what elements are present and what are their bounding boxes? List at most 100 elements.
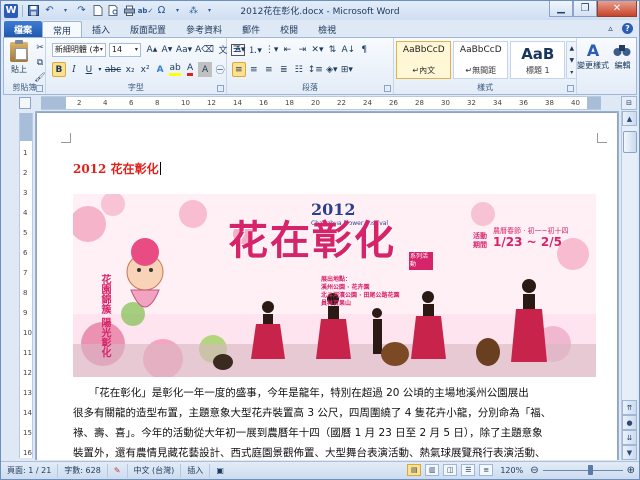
change-case-icon[interactable]: Aa▾: [175, 42, 193, 57]
scroll-down-icon[interactable]: ▼: [569, 57, 574, 64]
sort-icon[interactable]: A↓: [340, 42, 356, 57]
shading-icon[interactable]: ◈▾: [325, 62, 339, 77]
zoom-out-icon[interactable]: ⊖: [530, 465, 538, 476]
status-insert-mode[interactable]: 插入: [181, 463, 211, 478]
tab-home[interactable]: 常用: [42, 21, 83, 38]
horizontal-ruler[interactable]: 2 4 6 8 10 12 14 16 18 20 22 24 26 28 30 32 34 36 38 40: [41, 96, 601, 110]
clear-formatting-icon[interactable]: A⌫: [194, 42, 215, 57]
increase-indent-icon[interactable]: ⇥: [295, 42, 309, 57]
font-size-input[interactable]: 14 ▾: [108, 42, 141, 57]
macro-record-icon[interactable]: ▣: [210, 464, 230, 478]
clipboard-launcher-icon[interactable]: [35, 85, 43, 92]
numbering-icon[interactable]: ⒈▾: [247, 42, 263, 57]
quick-print-icon[interactable]: [123, 4, 136, 17]
drawing-icon[interactable]: ⁂: [187, 4, 200, 17]
distributed-button[interactable]: ☷: [292, 62, 306, 77]
redo-icon[interactable]: ↷: [75, 4, 88, 17]
justify-button[interactable]: ≣: [277, 62, 291, 77]
superscript-button[interactable]: x²: [138, 62, 152, 77]
save-icon[interactable]: [27, 4, 40, 17]
subscript-button[interactable]: x₂: [123, 62, 137, 77]
scroll-thumb[interactable]: [623, 131, 637, 153]
align-right-button[interactable]: ≡: [262, 62, 276, 77]
zoom-in-icon[interactable]: ⊕: [627, 465, 635, 476]
document-page[interactable]: 2012 花在彰化 2012 Changhua Flower Festival …: [37, 113, 617, 460]
spelling-icon[interactable]: ab✓: [138, 4, 154, 17]
style-no-spacing[interactable]: AaBbCcD ↵無間距: [453, 41, 509, 79]
bold-button[interactable]: B: [51, 62, 66, 77]
tab-view[interactable]: 檢視: [308, 21, 346, 38]
help-icon[interactable]: ?: [622, 23, 633, 34]
tab-insert[interactable]: 插入: [82, 21, 120, 38]
body-paragraph[interactable]: 「花在彰化」是彰化一年一度的盛事，今年是龍年，特別在超過 20 公頃的主場地溪州…: [73, 383, 596, 460]
text-effects-icon[interactable]: A: [153, 62, 167, 77]
symbol-icon[interactable]: Ω: [155, 4, 168, 17]
cut-icon[interactable]: ✂: [33, 40, 47, 55]
tab-selector[interactable]: [19, 97, 31, 109]
character-shading-icon[interactable]: A: [198, 62, 213, 77]
zoom-level[interactable]: 120%: [497, 466, 526, 475]
zoom-slider[interactable]: [542, 464, 623, 476]
editing-button[interactable]: 編輯: [609, 40, 635, 71]
font-color-icon[interactable]: A: [183, 62, 197, 77]
tab-mailings[interactable]: 郵件: [232, 21, 270, 38]
more-styles-icon[interactable]: ▾: [570, 69, 573, 76]
word-app-icon[interactable]: W: [4, 3, 18, 18]
styles-launcher-icon[interactable]: [567, 85, 575, 92]
highlight-icon[interactable]: ab: [168, 62, 182, 77]
enclose-characters-icon[interactable]: ㊀: [213, 62, 227, 77]
paste-button[interactable]: 貼上: [7, 40, 31, 80]
tab-references[interactable]: 參考資料: [176, 21, 232, 38]
tab-file[interactable]: 檔案: [4, 21, 42, 38]
style-heading-1[interactable]: AaB 標題 1: [510, 41, 566, 79]
new-document-icon[interactable]: [91, 4, 104, 17]
grow-font-icon[interactable]: A ▲: [145, 42, 159, 57]
web-layout-icon[interactable]: ◫: [443, 464, 458, 476]
change-styles-button[interactable]: A 變更樣式: [577, 40, 609, 71]
zoom-slider-knob[interactable]: [587, 465, 593, 475]
vertical-scrollbar[interactable]: ▲ ▼ ⇊ ● ⇈: [621, 111, 637, 460]
asian-layout-icon[interactable]: ⇅: [325, 42, 339, 57]
select-browse-object-icon[interactable]: ●: [622, 415, 637, 430]
multilevel-list-icon[interactable]: ⋮▾: [264, 42, 280, 57]
style-normal[interactable]: AaBbCcD ↵內文: [396, 41, 452, 79]
underline-dropdown-icon[interactable]: ▾: [97, 62, 103, 77]
borders-icon[interactable]: ⊞▾: [340, 62, 354, 77]
scroll-up-arrow-icon[interactable]: ▲: [622, 111, 637, 126]
tab-page-layout[interactable]: 版面配置: [120, 21, 176, 38]
status-language[interactable]: 中文 (台灣): [128, 463, 182, 478]
document-heading[interactable]: 2012 花在彰化: [73, 160, 161, 177]
full-screen-reading-icon[interactable]: ▥: [425, 464, 440, 476]
draft-view-icon[interactable]: ≡: [479, 464, 494, 476]
underline-button[interactable]: U: [82, 62, 96, 77]
close-button[interactable]: ✕: [597, 1, 637, 17]
paragraph-launcher-icon[interactable]: [384, 85, 392, 92]
align-center-button[interactable]: ≡: [247, 62, 261, 77]
decrease-indent-icon[interactable]: ⇤: [280, 42, 294, 57]
status-page-count[interactable]: 頁面: 1 / 21: [1, 463, 59, 478]
chinese-layout-icon[interactable]: ✕▾: [310, 42, 324, 57]
tab-review[interactable]: 校閱: [270, 21, 308, 38]
status-proofing[interactable]: ✎: [108, 463, 128, 478]
font-name-input[interactable]: 新細明體 (本文▾: [51, 42, 106, 57]
view-ruler-icon[interactable]: ⊟: [621, 96, 637, 110]
undo-dropdown-icon[interactable]: ▾: [59, 4, 72, 17]
line-spacing-icon[interactable]: ↕≡: [307, 62, 324, 77]
bullets-icon[interactable]: ☰▾: [232, 42, 247, 57]
print-layout-view-icon[interactable]: ▤: [407, 464, 422, 476]
festival-photo[interactable]: 2012 Changhua Flower Festival 花在彰化 系列活動 …: [73, 194, 596, 377]
show-formatting-icon[interactable]: ¶: [357, 42, 371, 57]
scroll-down-arrow-icon[interactable]: ▼: [622, 445, 637, 460]
vertical-ruler[interactable]: 1 2 3 4 5 6 7 8 9 10 11 12 13 14 15 16: [19, 113, 33, 458]
next-page-icon[interactable]: ⇊: [622, 430, 637, 445]
shrink-font-icon[interactable]: A ▼: [160, 42, 174, 57]
customize-qat-icon[interactable]: ▾: [203, 4, 216, 17]
strikethrough-button[interactable]: abc: [104, 62, 122, 77]
previous-page-icon[interactable]: ⇈: [622, 400, 637, 415]
styles-gallery-scroll[interactable]: ▲ ▼ ▾: [566, 41, 578, 79]
undo-icon[interactable]: ↶: [43, 4, 56, 17]
minimize-button[interactable]: ▁: [549, 1, 573, 17]
font-launcher-icon[interactable]: [216, 85, 224, 92]
print-preview-icon[interactable]: [107, 4, 120, 17]
restore-button[interactable]: ❐: [573, 1, 597, 17]
